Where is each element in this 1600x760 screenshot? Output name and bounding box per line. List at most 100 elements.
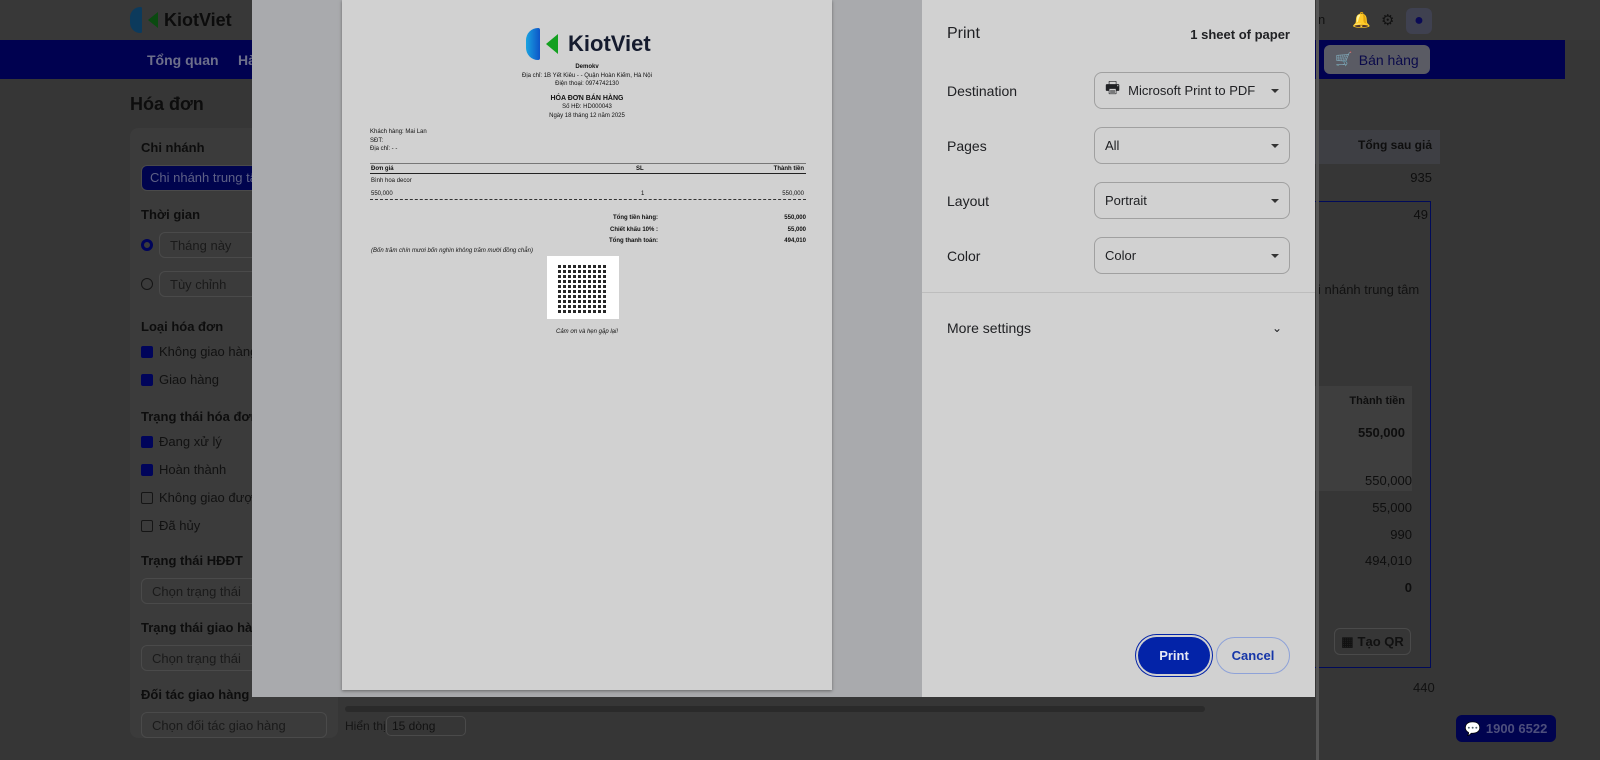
print-title: Print xyxy=(947,25,980,42)
sum-other: 990 xyxy=(1390,527,1412,542)
amount-in-words: (Bốn trăm chín mươi bốn nghìn không trăm… xyxy=(371,248,533,254)
total-value: 550,000 xyxy=(784,215,806,221)
partner-select[interactable]: Chọn đối tác giao hàng xyxy=(141,712,327,738)
radio-this-month[interactable] xyxy=(141,239,153,251)
qr-label: Tạo QR xyxy=(1357,634,1404,649)
store-address: Địa chỉ: 1B Yết Kiêu - - Quận Hoàn Kiếm,… xyxy=(522,72,652,79)
page-margin xyxy=(1565,40,1600,760)
hotline-button[interactable]: 💬 1900 6522 xyxy=(1456,715,1556,742)
sum-payable: 494,010 xyxy=(1365,553,1412,568)
checkbox[interactable] xyxy=(141,463,153,476)
pager-label: Hiển thị xyxy=(345,719,386,733)
receipt-title: HÓA ĐƠN BÁN HÀNG xyxy=(550,94,624,102)
page-size-select[interactable]: 15 dòng xyxy=(386,716,466,736)
layout-value: Portrait xyxy=(1105,193,1147,208)
sell-button[interactable]: 🛒 Bán hàng xyxy=(1324,45,1430,74)
receipt-totals: Tổng tiền hàng: 550,000 Chiết khấu 10% : 5… xyxy=(542,213,806,248)
col-price: Đơn giá xyxy=(371,166,394,172)
destination-select[interactable]: 🖶 Microsoft Print to PDF xyxy=(1094,72,1290,109)
item-amount: 550,000 xyxy=(782,191,804,197)
status-processing: Đang xử lý xyxy=(159,434,222,449)
payable-value: 494,010 xyxy=(784,238,806,244)
scrollbar-edge xyxy=(1316,0,1319,760)
more-settings-toggle[interactable]: More settings ⌄ xyxy=(947,320,1290,336)
sum-paid: 0 xyxy=(1404,580,1412,595)
caret-down-icon xyxy=(1271,143,1279,148)
branch-text: i nhánh trung tâm xyxy=(1318,282,1420,297)
color-label: Color xyxy=(947,247,981,264)
total-label: Tổng tiền hàng: xyxy=(613,215,658,221)
radio-custom[interactable] xyxy=(141,278,153,290)
divider xyxy=(922,292,1315,293)
layout-select[interactable]: Portrait xyxy=(1094,182,1290,219)
caret-down-icon xyxy=(1271,198,1279,203)
sell-label: Bán hàng xyxy=(1358,51,1419,68)
checkbox[interactable] xyxy=(141,373,153,386)
pages-select[interactable]: All xyxy=(1094,127,1290,164)
payable-label: Tổng thanh toán: xyxy=(609,238,658,244)
brand-name: KiotViet xyxy=(164,9,232,30)
thanks-text: Cảm ơn và hẹn gặp lại! xyxy=(556,329,618,335)
cancel-button[interactable]: Cancel xyxy=(1216,637,1290,674)
sum-goods: 550,000 xyxy=(1365,473,1412,488)
print-preview-page: KiotViet Demokv Địa chỉ: 1B Yết Kiêu - -… xyxy=(342,0,832,690)
horizontal-scrollbar[interactable] xyxy=(345,706,1205,712)
print-settings: Print 1 sheet of paper Destination 🖶 Micros… xyxy=(922,0,1315,697)
avatar[interactable]: ● xyxy=(1406,8,1432,34)
bell-icon[interactable]: 🔔 xyxy=(1352,11,1371,29)
sum-discount: 55,000 xyxy=(1372,500,1412,515)
status-failed: Không giao được xyxy=(159,490,260,505)
destination-value: Microsoft Print to PDF xyxy=(1128,83,1256,98)
receipt-logo: KiotViet xyxy=(526,28,651,60)
create-qr-button[interactable]: ▦ Tạo QR xyxy=(1334,628,1411,655)
col-qty: SL xyxy=(636,166,644,172)
item-header: Thành tiền xyxy=(1349,395,1405,407)
printer-icon: 🖶 xyxy=(1105,80,1121,97)
destination-label: Destination xyxy=(947,82,1018,99)
checkbox[interactable] xyxy=(141,435,153,448)
page-title: Hóa đơn xyxy=(130,94,204,114)
discount-value: 55,000 xyxy=(787,226,806,233)
brand-logo[interactable]: KiotViet xyxy=(130,7,232,33)
item-total: 550,000 xyxy=(1358,425,1405,440)
col-amount: Thành tiền xyxy=(773,166,804,172)
receipt-date: Ngày 18 tháng 12 năm 2025 xyxy=(549,112,625,119)
customer-address: Địa chỉ: - - xyxy=(370,146,398,152)
store-phone: Điện thoại: 0974742130 xyxy=(555,81,619,87)
sheet-count: 1 sheet of paper xyxy=(1190,26,1290,42)
qr-icon: ▦ xyxy=(1341,633,1354,649)
row-value: 935 xyxy=(1410,170,1432,185)
store-name: Demokv xyxy=(575,64,599,70)
chevron-down-icon: ⌄ xyxy=(1271,321,1282,335)
nav-overview[interactable]: Tổng quan xyxy=(147,52,219,68)
row-value: 49 xyxy=(1413,207,1428,222)
type-delivery: Giao hàng xyxy=(159,372,219,387)
gear-icon[interactable]: ⚙ xyxy=(1381,11,1394,29)
layout-label: Layout xyxy=(947,192,990,209)
status-complete: Hoàn thành xyxy=(159,462,227,477)
more-settings-label: More settings xyxy=(947,320,1032,336)
pages-label: Pages xyxy=(947,137,987,154)
item-row: 550,000 1 550,000 xyxy=(370,189,806,200)
color-select[interactable]: Color xyxy=(1094,237,1290,274)
chat-icon: 💬 xyxy=(1464,720,1481,736)
user-menu[interactable]: n xyxy=(1318,12,1325,27)
checkbox[interactable] xyxy=(141,345,153,358)
pages-value: All xyxy=(1105,138,1120,153)
receipt-brand: KiotViet xyxy=(568,31,651,56)
print-dialog: KiotViet Demokv Địa chỉ: 1B Yết Kiêu - -… xyxy=(252,0,1315,697)
hotline-number: 1900 6522 xyxy=(1485,721,1548,736)
customer-name: Khách hàng: Mai Lan xyxy=(370,129,427,135)
footer-value: 440 xyxy=(1413,680,1435,695)
receipt-header: Demokv Địa chỉ: 1B Yết Kiêu - - Quận Hoà… xyxy=(342,63,832,120)
customer-info: Khách hàng: Mai Lan SĐT: Địa chỉ: - - xyxy=(370,128,427,154)
type-no-delivery: Không giao hàng xyxy=(159,344,258,359)
color-value: Color xyxy=(1105,248,1137,263)
receipt-table-header: Đơn giá SL Thành tiền xyxy=(370,163,806,174)
receipt-number: Số HĐ: HD000043 xyxy=(562,104,612,110)
item-name: Bình hoa decor xyxy=(371,178,412,184)
print-button[interactable]: Print xyxy=(1138,637,1210,674)
caret-down-icon xyxy=(1271,88,1279,93)
checkbox[interactable] xyxy=(141,519,153,532)
checkbox[interactable] xyxy=(141,491,153,504)
